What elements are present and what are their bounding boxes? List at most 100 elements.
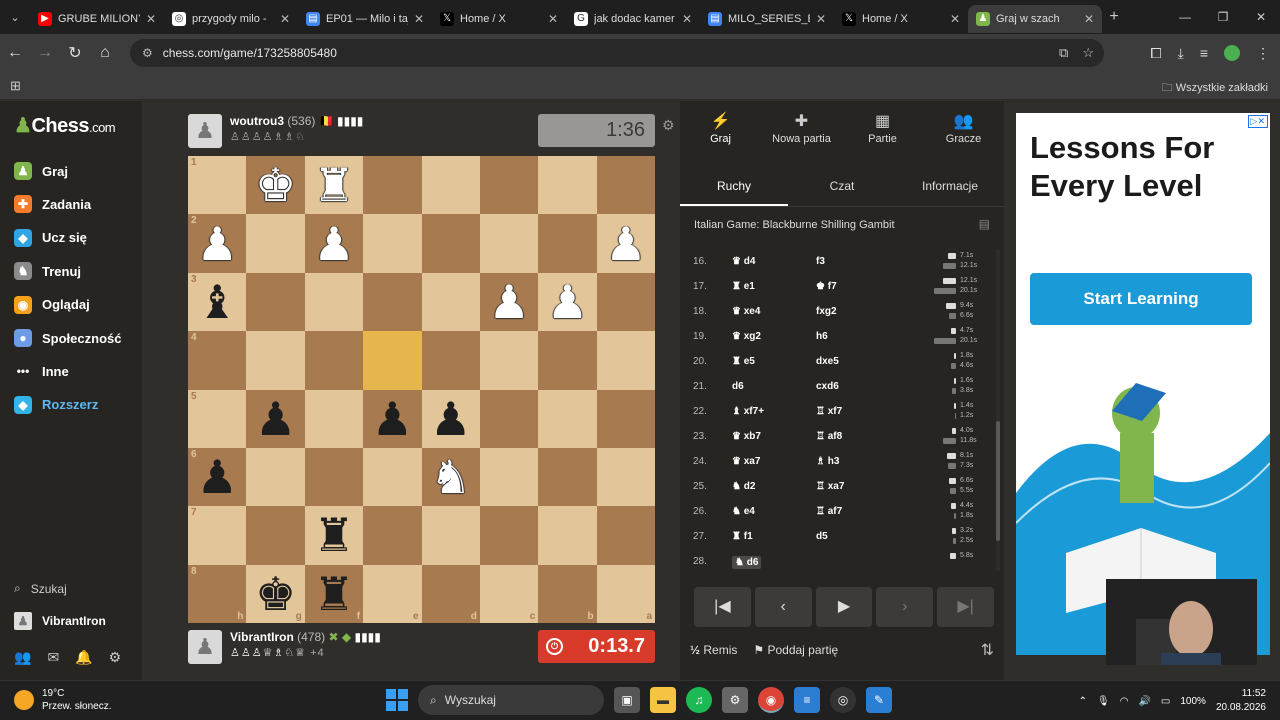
draw-button[interactable]: ½ Remis: [690, 643, 737, 657]
wifi-icon[interactable]: ◠: [1120, 696, 1129, 707]
board-square[interactable]: [304, 447, 364, 507]
close-tab-icon[interactable]: ✕: [1084, 12, 1094, 26]
board-square[interactable]: ♟: [596, 214, 655, 273]
board-square[interactable]: [421, 331, 480, 390]
board-square[interactable]: [363, 214, 422, 273]
black-move[interactable]: ♖ xa7: [816, 481, 844, 492]
tray-overflow-icon[interactable]: ⌃: [1079, 696, 1087, 707]
panel-tab-partie[interactable]: ▦ Partie: [842, 111, 923, 159]
sidebar-item-rozszerz[interactable]: ◆ Rozszerz: [14, 393, 98, 417]
browser-tab[interactable]: ▤ EP01 — Milo i taj ✕: [298, 5, 432, 33]
black-rook-icon[interactable]: ♜: [313, 571, 354, 617]
top-player-avatar[interactable]: ♟: [188, 114, 222, 148]
board-square[interactable]: [479, 506, 539, 565]
board-square[interactable]: [421, 156, 480, 215]
sidebar-item-ucz-się[interactable]: ◆ Ucz się: [14, 226, 87, 250]
forward-button[interactable]: →: [30, 44, 60, 62]
board-square[interactable]: ♟: [479, 272, 539, 332]
media-icon[interactable]: ≡: [1200, 45, 1208, 61]
menu-icon[interactable]: ⋮: [1256, 45, 1270, 62]
bottom-player-avatar[interactable]: ♟: [188, 630, 222, 664]
move-list-scroll-thumb[interactable]: [996, 421, 1000, 541]
board-square[interactable]: 8h: [188, 564, 247, 623]
chrome-icon[interactable]: ◉: [758, 687, 784, 713]
black-move[interactable]: dxe5: [816, 356, 839, 367]
white-move[interactable]: ♛ xa7: [732, 456, 760, 467]
black-move[interactable]: h6: [816, 331, 828, 342]
black-move[interactable]: ♖ af8: [816, 431, 842, 442]
board-square[interactable]: 7: [188, 506, 247, 565]
minimize-button[interactable]: —: [1166, 0, 1204, 34]
board-square[interactable]: 3 ♝: [188, 272, 247, 332]
white-pawn-icon[interactable]: ♟: [313, 221, 354, 267]
black-move[interactable]: ♖ af7: [816, 506, 842, 517]
black-move[interactable]: d5: [816, 531, 828, 542]
board-square[interactable]: [538, 214, 597, 273]
notes-app-icon[interactable]: ≡: [794, 687, 820, 713]
board-square[interactable]: [479, 156, 539, 215]
sidebar-item-trenuj[interactable]: ♞ Trenuj: [14, 259, 81, 283]
board-square[interactable]: ♟: [538, 272, 597, 332]
editor-app-icon[interactable]: ✎: [866, 687, 892, 713]
address-bar[interactable]: ⚙ chess.com/game/173258805480 ⧉ ☆: [130, 39, 1104, 67]
white-move[interactable]: ♞ d6: [732, 556, 762, 569]
recorder-app-icon[interactable]: ◎: [830, 687, 856, 713]
white-king-icon[interactable]: ♚: [255, 162, 296, 208]
white-move[interactable]: ♝ xf7+: [732, 406, 764, 417]
white-move[interactable]: ♛ d4: [732, 256, 755, 267]
board-square[interactable]: [479, 214, 539, 273]
white-move[interactable]: ♛ xe4: [732, 306, 760, 317]
white-move[interactable]: ♜ f1: [732, 531, 753, 542]
white-pawn-icon[interactable]: ♟: [547, 279, 588, 325]
board-square[interactable]: [246, 447, 305, 507]
board-square[interactable]: b: [538, 564, 597, 623]
board-square[interactable]: f ♜: [304, 564, 364, 623]
board-square[interactable]: [479, 331, 539, 390]
black-pawn-icon[interactable]: ♟: [255, 396, 296, 442]
browser-tab[interactable]: 𝕏 Home / X ✕: [834, 5, 968, 33]
home-button[interactable]: ⌂: [90, 44, 120, 62]
browser-tab[interactable]: ▤ MILO_SERIES_BIB ✕: [700, 5, 834, 33]
white-knight-icon[interactable]: ♞: [430, 454, 471, 500]
chess-board[interactable]: 1 ♚ ♜ 2 ♟ ♟ ♟ 3 ♝ ♟ ♟ 4 5 ♟ ♟ ♟ 6 ♟ ♞ 7 ♜ 8 h g ♚ f ♜ e d c b a: [188, 156, 655, 623]
close-tab-icon[interactable]: ✕: [816, 12, 826, 26]
board-square[interactable]: [246, 506, 305, 565]
advertisement[interactable]: ▷✕ Lessons For Every Level Start Learnin…: [1016, 113, 1270, 655]
white-move[interactable]: ♜ e1: [732, 281, 755, 292]
subtab-informacje[interactable]: Informacje: [896, 167, 1004, 206]
board-square[interactable]: 5: [188, 389, 247, 448]
top-player-name[interactable]: woutrou3: [230, 114, 284, 128]
black-move[interactable]: cxd6: [816, 381, 839, 392]
board-square[interactable]: [363, 447, 422, 507]
resign-button[interactable]: ⚑ Poddaj partię: [753, 643, 838, 657]
maximize-button[interactable]: ❐: [1204, 0, 1242, 34]
board-square[interactable]: ♟: [363, 389, 422, 448]
board-square[interactable]: [363, 506, 422, 565]
board-square[interactable]: ♚: [246, 156, 305, 215]
board-square[interactable]: [538, 331, 597, 390]
panel-tab-nowa-partia[interactable]: ✚ Nowa partia: [761, 111, 842, 159]
next-move-button[interactable]: ›: [876, 587, 934, 627]
white-move[interactable]: d6: [732, 381, 744, 392]
new-tab-button[interactable]: +: [1102, 8, 1126, 26]
flip-board-icon[interactable]: ⇅: [981, 640, 994, 660]
notifications-icon[interactable]: 🔔: [75, 649, 92, 666]
board-square[interactable]: [304, 331, 364, 390]
black-move[interactable]: ♗ h3: [816, 456, 839, 467]
sidebar-item-oglądaj[interactable]: ◉ Oglądaj: [14, 293, 90, 317]
close-tab-icon[interactable]: ✕: [950, 12, 960, 26]
weather-widget[interactable]: 19°C Przew. słonecz.: [14, 687, 111, 713]
board-square[interactable]: [538, 506, 597, 565]
taskbar-search[interactable]: ⌕ Wyszukaj: [418, 685, 604, 715]
board-square[interactable]: 2 ♟: [188, 214, 247, 273]
board-square[interactable]: a: [596, 564, 655, 623]
subtab-ruchy[interactable]: Ruchy: [680, 167, 788, 206]
panel-tab-gracze[interactable]: 👥 Gracze: [923, 111, 1004, 159]
browser-tab[interactable]: ♟ Graj w szach ✕: [968, 5, 1102, 33]
close-tab-icon[interactable]: ✕: [146, 12, 156, 26]
board-square[interactable]: e: [363, 564, 422, 623]
white-rook-icon[interactable]: ♜: [313, 162, 354, 208]
black-move[interactable]: ♚ f7: [816, 281, 837, 292]
panel-tab-graj[interactable]: ⚡ Graj: [680, 111, 761, 159]
task-view-icon[interactable]: ▣: [614, 687, 640, 713]
